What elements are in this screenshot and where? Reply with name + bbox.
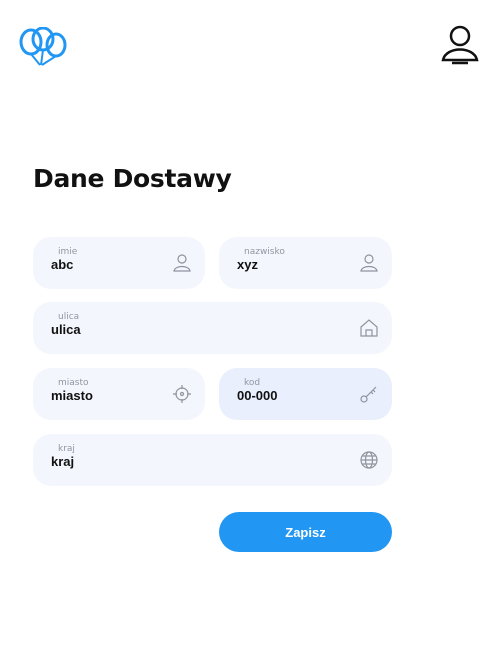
- street-value[interactable]: ulica: [51, 322, 81, 337]
- balloons-logo-icon[interactable]: [18, 26, 68, 69]
- person-icon: [171, 252, 193, 274]
- page-title: Dane Dostawy: [33, 164, 232, 193]
- save-button[interactable]: Zapisz: [219, 512, 392, 552]
- country-label: kraj: [58, 444, 75, 454]
- city-value[interactable]: miasto: [51, 388, 93, 403]
- street-label: ulica: [58, 312, 80, 322]
- first-name-label: imie: [58, 247, 78, 257]
- country-field[interactable]: kraj kraj: [33, 434, 392, 486]
- first-name-value[interactable]: abc: [51, 257, 73, 272]
- last-name-value[interactable]: xyz: [237, 257, 258, 272]
- globe-icon: [358, 449, 380, 471]
- home-icon: [358, 317, 380, 339]
- postal-code-value[interactable]: 00-000: [237, 388, 277, 403]
- first-name-field[interactable]: imie abc: [33, 237, 205, 289]
- last-name-label: nazwisko: [244, 247, 285, 257]
- city-field[interactable]: miasto miasto: [33, 368, 205, 420]
- crosshair-icon: [171, 383, 193, 405]
- street-field[interactable]: ulica ulica: [33, 302, 392, 354]
- city-label: miasto: [58, 378, 89, 388]
- key-icon: [358, 383, 380, 405]
- user-profile-icon[interactable]: [440, 24, 480, 66]
- country-value[interactable]: kraj: [51, 454, 74, 469]
- person-icon: [358, 252, 380, 274]
- postal-code-field[interactable]: kod 00-000: [219, 368, 392, 420]
- postal-code-label: kod: [244, 378, 261, 388]
- last-name-field[interactable]: nazwisko xyz: [219, 237, 392, 289]
